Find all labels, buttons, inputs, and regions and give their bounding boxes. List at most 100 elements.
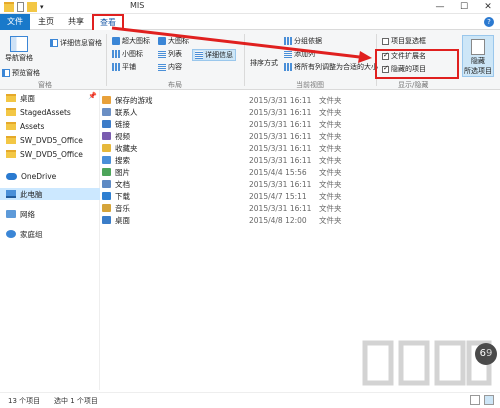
- file-date: 2015/3/31 16:11: [249, 155, 312, 165]
- list-item[interactable]: 音乐 2015/3/31 16:11 文件夹: [100, 202, 360, 214]
- nav-item-sw-dvd5-office-2[interactable]: SW_DVD5_Office: [6, 148, 83, 160]
- navigation-pane: 桌面 📌 StagedAssets Assets SW_DVD5_Office …: [0, 90, 100, 390]
- window-title: MIS: [130, 1, 145, 10]
- file-type: 文件夹: [319, 107, 342, 117]
- item-check-boxes-toggle[interactable]: 项目复选框: [382, 36, 426, 46]
- file-type: 文件夹: [319, 191, 342, 201]
- tab-view[interactable]: 查看: [92, 14, 124, 30]
- list-item[interactable]: 文档 2015/3/31 16:11 文件夹: [100, 178, 360, 190]
- content-button[interactable]: 内容: [158, 62, 182, 72]
- details-view-icon[interactable]: [470, 395, 480, 405]
- file-type: 文件夹: [319, 167, 342, 177]
- group-label-layout: 布局: [168, 81, 182, 89]
- file-name: 桌面: [115, 215, 130, 225]
- list-item[interactable]: 图片 2015/4/4 15:56 文件夹: [100, 166, 360, 178]
- group-by-label: 分组依据: [294, 37, 322, 45]
- downloads-icon: [102, 192, 111, 200]
- list-item[interactable]: 视频 2015/3/31 16:11 文件夹: [100, 130, 360, 142]
- file-type: 文件夹: [319, 179, 342, 189]
- list-button[interactable]: 列表: [158, 49, 182, 59]
- details-view-button[interactable]: 详细信息: [192, 49, 236, 61]
- nav-item-onedrive[interactable]: OneDrive: [6, 170, 56, 182]
- videos-icon: [102, 132, 111, 140]
- item-check-boxes-checkbox[interactable]: [382, 37, 389, 45]
- file-date: 2015/4/4 15:56: [249, 167, 307, 177]
- nav-item-label: 网络: [20, 209, 35, 219]
- nav-item-sw-dvd5-office-1[interactable]: SW_DVD5_Office: [6, 134, 83, 146]
- quick-access-toolbar: ▾: [4, 2, 44, 12]
- size-columns-icon: [284, 63, 292, 71]
- nav-item-label: 家庭组: [20, 229, 43, 239]
- saved-games-icon: [102, 96, 111, 104]
- hide-selected-items-button[interactable]: 隐藏 所选项目: [462, 35, 494, 77]
- extra-large-icons-button[interactable]: 超大图标: [112, 36, 150, 46]
- list-item[interactable]: 收藏夹 2015/3/31 16:11 文件夹: [100, 142, 360, 154]
- tiles-button[interactable]: 平铺: [112, 62, 136, 72]
- file-date: 2015/4/7 15:11: [249, 191, 307, 201]
- group-label-show-hide: 显示/隐藏: [398, 81, 429, 89]
- extra-large-icons-icon: [112, 37, 120, 45]
- nav-item-label: StagedAssets: [20, 107, 71, 117]
- group-label-current-view: 当前视图: [296, 81, 324, 89]
- file-type: 文件夹: [319, 143, 342, 153]
- search-icon: [102, 156, 111, 164]
- hide-selected-label: 隐藏: [471, 57, 485, 65]
- list-item[interactable]: 下载 2015/4/7 15:11 文件夹: [100, 190, 360, 202]
- list-item[interactable]: 搜索 2015/3/31 16:11 文件夹: [100, 154, 360, 166]
- add-columns-icon: [284, 50, 292, 58]
- links-icon: [102, 120, 111, 128]
- nav-item-network[interactable]: 网络: [6, 208, 35, 220]
- tab-file[interactable]: 文件: [0, 14, 30, 30]
- list-item[interactable]: 桌面 2015/4/8 12:00 文件夹: [100, 214, 360, 226]
- navigation-pane-button[interactable]: 导航窗格: [4, 36, 34, 63]
- nav-item-assets[interactable]: Assets: [6, 120, 44, 132]
- size-columns-label: 将所有列调整为合适的大小: [294, 63, 378, 71]
- documents-icon: [102, 180, 111, 188]
- preview-pane-icon: [2, 69, 10, 77]
- item-check-boxes-label: 项目复选框: [391, 37, 426, 45]
- tab-share[interactable]: 共享: [62, 14, 90, 30]
- selection-count: 选中 1 个项目: [54, 397, 98, 405]
- close-button[interactable]: ✕: [476, 0, 500, 14]
- help-icon[interactable]: ?: [484, 17, 494, 27]
- nav-item-homegroup[interactable]: 家庭组: [6, 228, 43, 240]
- contacts-icon: [102, 108, 111, 116]
- properties-icon[interactable]: [17, 2, 24, 12]
- details-pane-label: 详细信息窗格: [60, 39, 102, 47]
- nav-item-label: 桌面: [20, 93, 35, 103]
- file-type: 文件夹: [319, 155, 342, 165]
- list-item[interactable]: 链接 2015/3/31 16:11 文件夹: [100, 118, 360, 130]
- nav-item-stagedassets[interactable]: StagedAssets: [6, 106, 71, 118]
- list-item[interactable]: 联系人 2015/3/31 16:11 文件夹: [100, 106, 360, 118]
- add-columns-button[interactable]: 添加列: [284, 49, 315, 59]
- details-pane-button[interactable]: 详细信息窗格: [50, 38, 102, 48]
- customize-toolbar-icon[interactable]: ▾: [40, 3, 44, 11]
- folder-icon: [6, 108, 16, 116]
- file-date: 2015/3/31 16:11: [249, 119, 312, 129]
- file-name: 联系人: [115, 107, 138, 117]
- sort-by-button[interactable]: 排序方式: [250, 58, 278, 68]
- file-date: 2015/3/31 16:11: [249, 131, 312, 141]
- size-all-columns-button[interactable]: 将所有列调整为合适的大小: [284, 62, 378, 72]
- ribbon-tabs: 文件 主页 共享 查看 ?: [0, 14, 500, 30]
- small-icons-label: 小图标: [122, 50, 143, 58]
- desktop-icon: [102, 216, 111, 224]
- maximize-button[interactable]: ☐: [452, 0, 476, 14]
- pin-icon: 📌: [88, 92, 97, 100]
- extra-large-icons-label: 超大图标: [122, 37, 150, 45]
- minimize-button[interactable]: —: [428, 0, 452, 14]
- nav-item-desktop[interactable]: 桌面: [6, 92, 35, 104]
- large-icons-view-icon[interactable]: [484, 395, 494, 405]
- small-icons-button[interactable]: 小图标: [112, 49, 143, 59]
- hide-selected-icon: [471, 39, 485, 55]
- computer-icon: [6, 190, 16, 198]
- large-icons-button[interactable]: 大图标: [158, 36, 189, 46]
- tab-home[interactable]: 主页: [32, 14, 60, 30]
- new-folder-icon[interactable]: [27, 2, 37, 12]
- list-item[interactable]: 保存的游戏 2015/3/31 16:11 文件夹: [100, 94, 360, 106]
- nav-item-this-pc[interactable]: 此电脑: [0, 188, 100, 200]
- preview-pane-button[interactable]: 预览窗格: [2, 68, 40, 78]
- add-columns-label: 添加列: [294, 50, 315, 58]
- group-by-button[interactable]: 分组依据: [284, 36, 322, 46]
- file-name: 音乐: [115, 203, 130, 213]
